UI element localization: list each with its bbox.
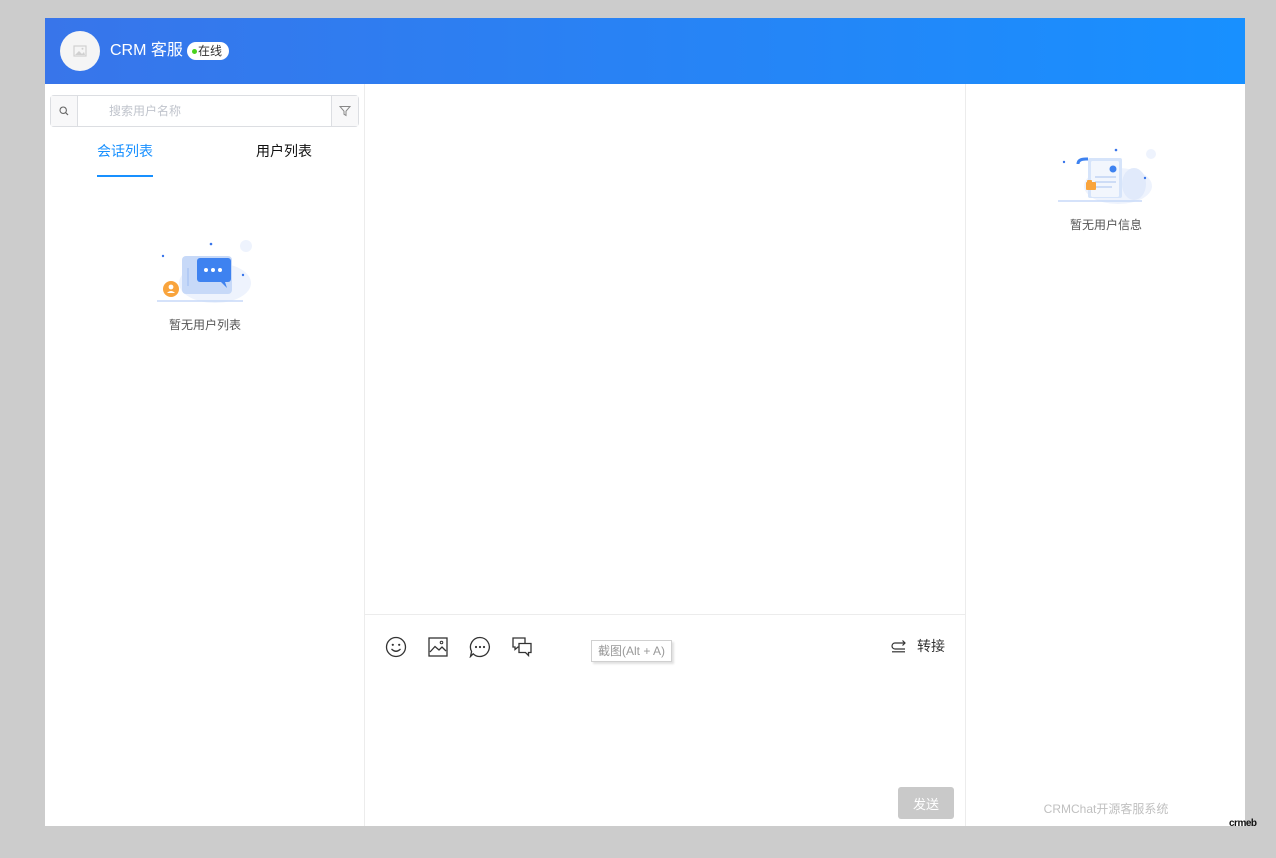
top-header: CRM 客服 在线 (45, 18, 1245, 84)
chat-history-icon[interactable] (510, 635, 534, 659)
transfer-label: 转接 (917, 638, 945, 654)
crmeb-logo: crmeb (1229, 818, 1257, 829)
app-title: CRM 客服 (110, 42, 183, 59)
search-icon[interactable] (51, 96, 78, 126)
message-area (365, 84, 965, 614)
image-icon[interactable] (426, 635, 450, 659)
user-info-panel: 暂无用户信息 CRMChat开源客服系统 (965, 84, 1245, 826)
filter-icon[interactable] (331, 96, 358, 126)
avatar[interactable] (60, 31, 100, 71)
transfer-icon (891, 640, 906, 653)
footer-brand-text: CRMChat开源客服系统 (1043, 802, 1169, 816)
empty-user-list: 暂无用户列表 (155, 238, 255, 333)
tab-users[interactable]: 用户列表 (256, 141, 312, 177)
image-placeholder-icon (73, 45, 87, 57)
conversation-sidebar: 会话列表 用户列表 暂无用户列表 (45, 84, 365, 826)
transfer-button[interactable]: 转接 (891, 635, 945, 657)
status-label: 在线 (198, 44, 223, 58)
send-button[interactable]: 发送 (898, 787, 954, 819)
status-badge: 在线 (187, 42, 230, 60)
empty-chat-illustration-icon (157, 240, 252, 303)
compose-area: 截图(Alt + A) 转接 发送 (365, 614, 965, 826)
empty-user-list-text: 暂无用户列表 (168, 318, 241, 332)
search-input[interactable] (79, 96, 332, 126)
quick-reply-icon[interactable] (468, 635, 492, 659)
screenshot-tooltip: 截图(Alt + A) (591, 640, 673, 662)
empty-user-info: 暂无用户信息 (1056, 146, 1156, 233)
tab-conversations[interactable]: 会话列表 (97, 141, 153, 177)
emoji-icon[interactable] (384, 635, 408, 659)
online-dot-icon (192, 48, 197, 54)
search-box (50, 95, 359, 127)
empty-info-illustration-icon (1058, 148, 1156, 204)
empty-user-info-text: 暂无用户信息 (1069, 218, 1142, 232)
crm-chat-app: CRM 客服 在线 会话列表 用户列表 (45, 18, 1245, 826)
